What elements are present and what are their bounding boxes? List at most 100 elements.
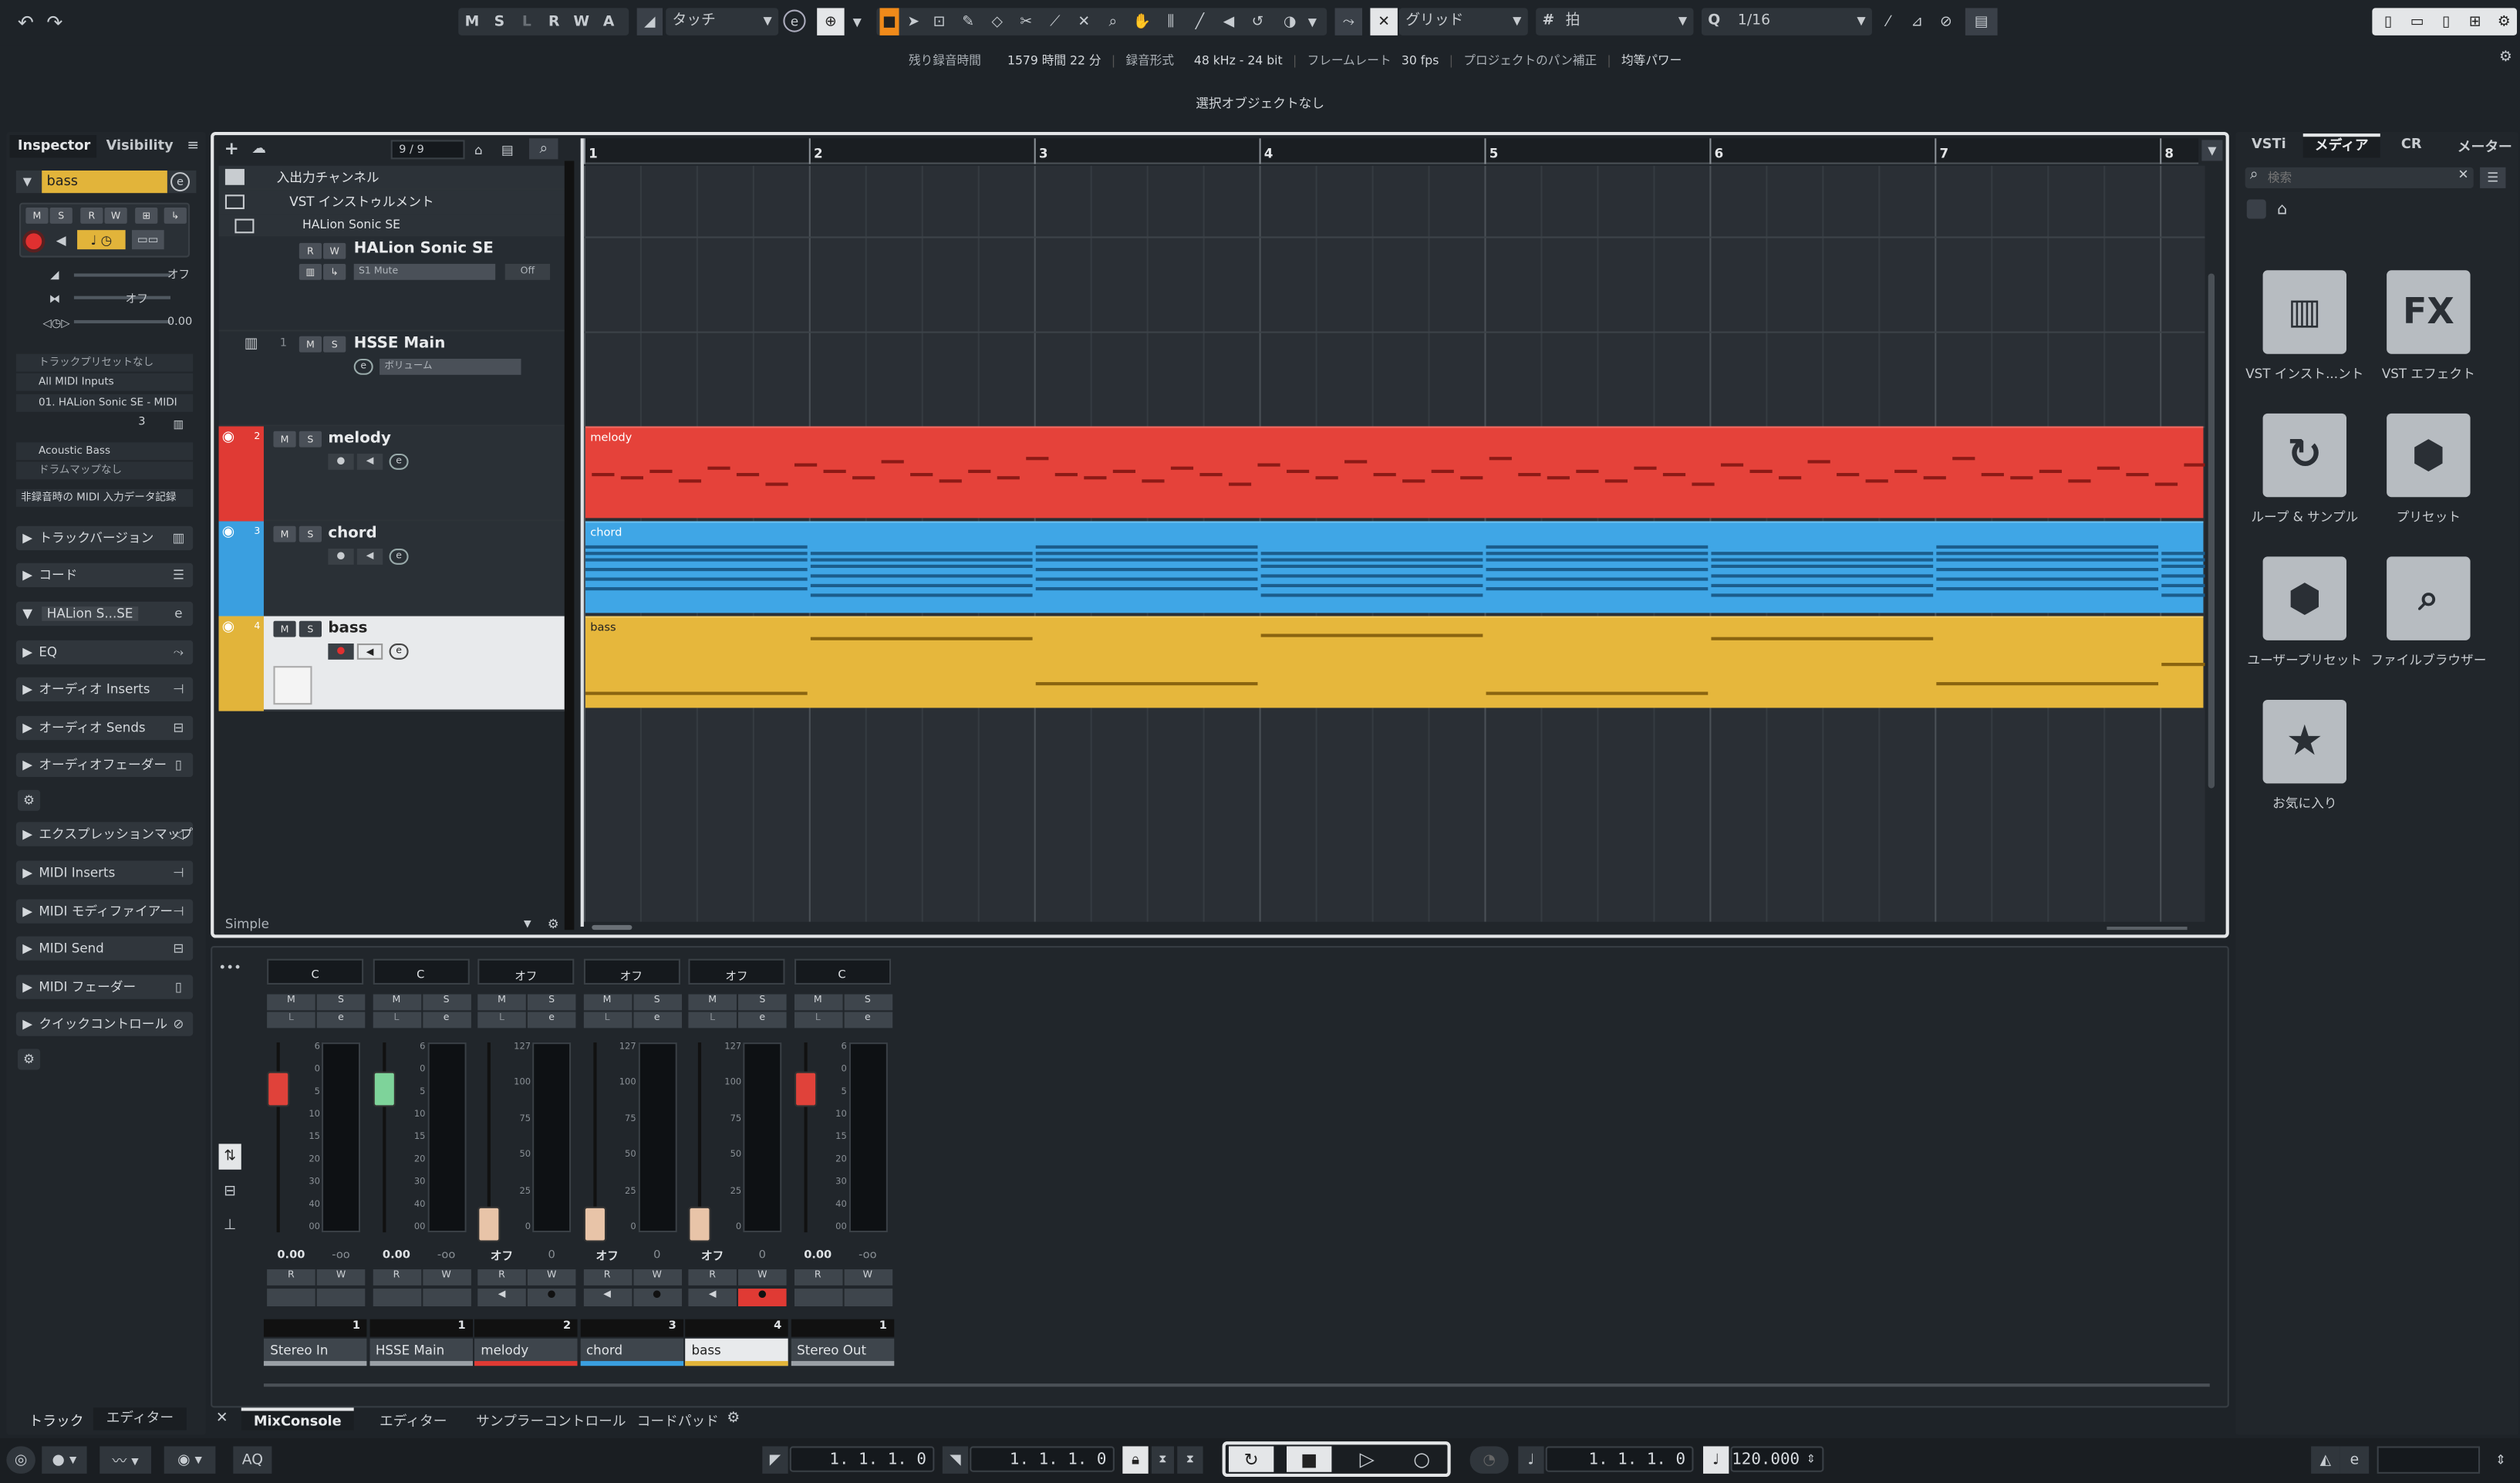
listen-button[interactable]: L <box>688 1012 737 1029</box>
mute-value-field[interactable]: Off <box>504 263 551 280</box>
grid-type-select[interactable]: # 拍 ▼ <box>1536 8 1694 35</box>
record-button[interactable]: ● <box>328 644 354 660</box>
channel-name[interactable]: melody <box>474 1338 578 1366</box>
mute-button[interactable]: M <box>299 336 322 353</box>
marker-stepper-icon[interactable]: ⇕ <box>2490 1448 2512 1472</box>
redo-icon[interactable]: ↷ <box>42 10 67 35</box>
speaker-tool-icon[interactable]: ◀ <box>1217 8 1240 35</box>
mode-s[interactable]: S <box>486 8 513 35</box>
tile-vst-instrument[interactable]: ▥ <box>2262 270 2347 354</box>
sends-icon[interactable]: ⊟ <box>169 719 188 737</box>
listen-button[interactable]: L <box>267 1012 315 1029</box>
zoom-tool-icon[interactable]: ⌕ <box>1101 8 1124 35</box>
monitor-button[interactable] <box>793 1289 842 1307</box>
section-midi-fader[interactable]: ▶ MIDI フェーダー ▯ <box>15 975 194 999</box>
vertical-scrollbar[interactable] <box>2208 273 2215 789</box>
tab-cr[interactable]: CR <box>2401 137 2422 153</box>
metronome-icon[interactable]: ♩ <box>1518 1446 1544 1474</box>
section-halion[interactable]: ▼ HALion S...SE e <box>15 601 194 627</box>
channel-name[interactable]: chord <box>579 1338 683 1366</box>
read-button[interactable]: R <box>299 242 322 259</box>
mute-tool-icon[interactable]: ✕ <box>1073 8 1095 35</box>
mode-m[interactable]: M <box>458 8 485 35</box>
record-button[interactable]: ● <box>633 1289 681 1307</box>
section-midi-send[interactable]: ▶ MIDI Send ⊟ <box>15 936 194 961</box>
gear-icon[interactable]: ⚙ <box>17 789 41 811</box>
inserts-icon[interactable]: ⊣ <box>169 864 188 882</box>
hsse-track[interactable]: ▥ 1 M S HSSE Main e ボリューム <box>218 331 565 427</box>
horizontal-scrollbar[interactable] <box>592 924 633 931</box>
mute-button[interactable]: M <box>25 207 49 224</box>
draw-tool-icon[interactable]: ✎ <box>957 8 980 35</box>
right-locator-icon[interactable]: ◥ <box>942 1446 969 1474</box>
part-chord[interactable]: chord <box>585 521 2205 613</box>
record-enable-button[interactable] <box>22 230 46 253</box>
inspector-track-name[interactable]: bass <box>42 171 167 194</box>
pan-slider[interactable] <box>73 296 171 299</box>
edit-icon[interactable]: e <box>2340 1446 2370 1474</box>
versions-icon[interactable]: ▥ <box>169 529 188 547</box>
mode-w[interactable]: W <box>568 8 595 35</box>
color-picker-icon[interactable]: ◑ <box>1279 8 1301 35</box>
edit-icon[interactable]: e <box>527 1012 576 1029</box>
comp-tool-icon[interactable]: ↺ <box>1247 8 1269 35</box>
clear-icon[interactable]: ✕ <box>2458 167 2468 182</box>
volume-fader[interactable] <box>267 1071 290 1107</box>
monitor-button[interactable]: ◀ <box>477 1289 526 1307</box>
track-preset-icon[interactable]: ☁ <box>246 138 272 159</box>
input-field[interactable]: All MIDI Inputs <box>15 373 194 391</box>
volume-slider[interactable] <box>73 273 171 277</box>
quantize-select[interactable]: Q 1/16 ▼ <box>1701 8 1872 35</box>
mute-button[interactable]: M <box>273 620 296 637</box>
track-melody[interactable]: ◉ 2 M S melody ● ◀ e <box>218 426 565 522</box>
solo-button[interactable]: S <box>527 994 576 1011</box>
mode-a[interactable]: A <box>595 8 622 35</box>
snap-toggle-icon[interactable]: ⤳ <box>1334 8 1362 35</box>
automation-mode-select[interactable]: タッチ ▼ <box>666 8 779 35</box>
section-track-versions[interactable]: ▶ トラックバージョン ▥ <box>15 525 194 551</box>
tile-loops-samples[interactable]: ↻ <box>2262 413 2347 498</box>
autoscroll-chevron-icon[interactable]: ▼ <box>848 8 867 35</box>
freeze-button[interactable]: ⊞ <box>135 207 158 224</box>
section-quick-controls[interactable]: ▶ クイックコントロール ⊘ <box>15 1012 194 1036</box>
mute-button[interactable]: M <box>372 994 421 1011</box>
part-bass[interactable]: bass <box>585 616 2205 708</box>
edit-icon[interactable]: e <box>169 605 188 623</box>
solo-button[interactable]: S <box>422 994 471 1011</box>
quantize-apply-icon[interactable]: ⊿ <box>1906 8 1928 35</box>
channel-name[interactable]: Stereo Out <box>790 1338 894 1366</box>
track-name[interactable]: chord <box>328 525 376 542</box>
select-tool-icon[interactable]: ➤ <box>902 8 925 35</box>
record-mode-icon[interactable]: ● ▾ <box>42 1446 87 1474</box>
gear-icon[interactable]: ⚙ <box>545 914 562 933</box>
solo-button[interactable]: S <box>738 994 787 1011</box>
autoscroll-icon[interactable]: ⊕ <box>817 8 845 35</box>
output-field[interactable]: 01. HALion Sonic SE - MIDI <box>15 394 194 412</box>
waveform-icon[interactable]: 〰 ▾ <box>100 1446 151 1474</box>
media-search-field[interactable]: ⌕ ✕ <box>2245 167 2474 188</box>
automation-icon[interactable]: ◢ <box>636 8 663 35</box>
read-button[interactable]: R <box>688 1269 737 1285</box>
monitor-button[interactable]: ◀ <box>688 1289 737 1307</box>
record-button[interactable] <box>422 1289 471 1307</box>
monitor-button[interactable]: ◀ <box>356 453 383 470</box>
tempo-stepper-icon[interactable]: ⇕ <box>1803 1448 1819 1471</box>
expression-icon[interactable]: ◁ <box>169 826 188 843</box>
monitor-button[interactable]: ◀ <box>356 644 383 660</box>
stop-button[interactable]: ■ <box>1287 1446 1332 1472</box>
split-tool-icon[interactable]: ✂ <box>1015 8 1037 35</box>
more-icon[interactable]: ••• <box>218 960 241 975</box>
aq-button[interactable]: AQ <box>233 1446 272 1474</box>
inserts-section-icon[interactable]: ⊟ <box>219 1179 241 1204</box>
mute-label-field[interactable]: S1 Mute <box>353 263 496 280</box>
range-tool-icon[interactable]: ⊡ <box>928 8 950 35</box>
volume-fader[interactable] <box>582 1206 606 1242</box>
snap-grid-icon[interactable]: ✕ <box>1370 8 1398 35</box>
quantize-reset-icon[interactable]: ⊘ <box>1935 8 1957 35</box>
modifiers-icon[interactable]: ⊣ <box>169 903 188 921</box>
delay-slider[interactable] <box>73 319 171 324</box>
monitor-icon[interactable]: ◀ <box>52 231 71 249</box>
read-button[interactable]: R <box>267 1269 315 1285</box>
window-icon[interactable]: ⊞ <box>2462 8 2488 35</box>
drum-map-field[interactable]: ドラムマップなし <box>15 461 194 480</box>
